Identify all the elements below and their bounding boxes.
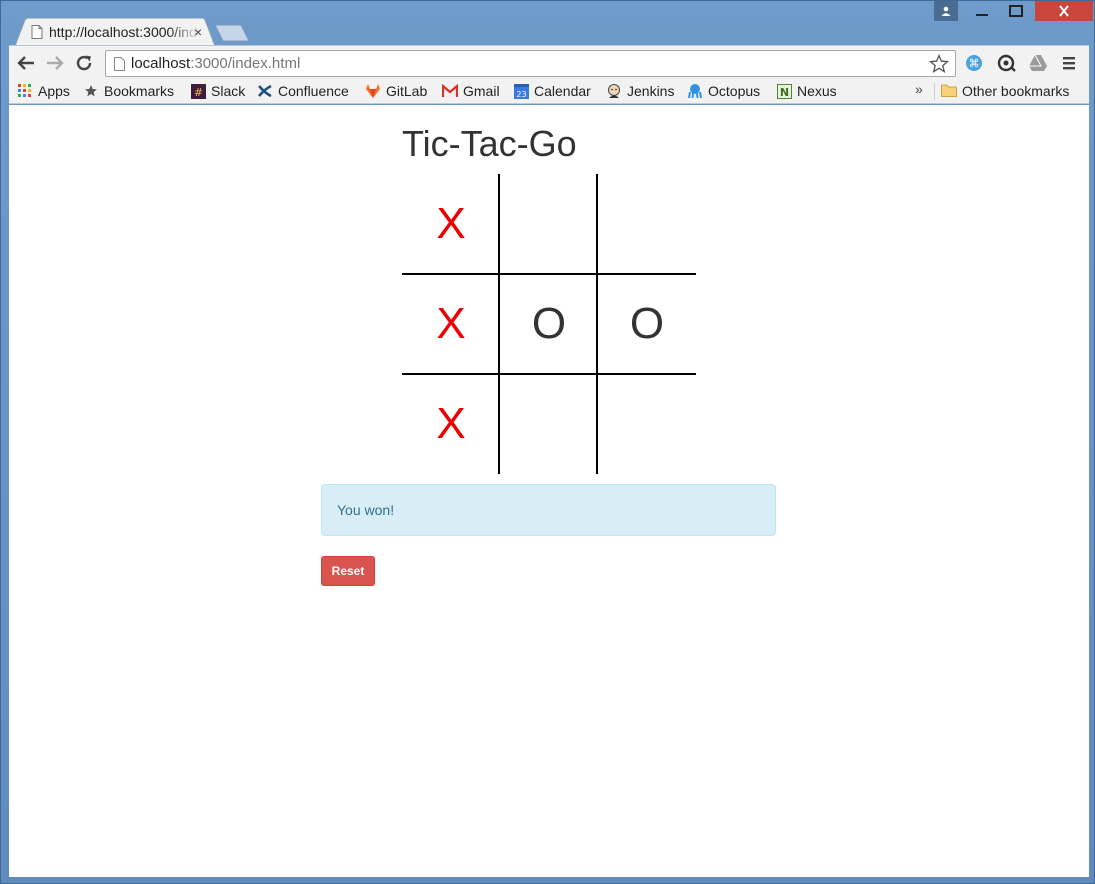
- svg-text:#: #: [193, 86, 202, 99]
- grid-line: [402, 273, 696, 275]
- extension-drive-icon[interactable]: [1028, 53, 1048, 73]
- bookmarks-overflow-chevron[interactable]: »: [915, 81, 923, 97]
- address-bar[interactable]: localhost:3000/index.html: [105, 50, 956, 77]
- bookmark-label: Gmail: [463, 83, 500, 99]
- forward-icon[interactable]: [45, 54, 65, 72]
- bookmark-slack[interactable]: # Slack: [190, 81, 245, 101]
- browser-tab[interactable]: http://localhost:3000/index.html ×: [15, 18, 215, 46]
- extension-command-icon[interactable]: ⌘: [964, 53, 984, 73]
- close-window-button[interactable]: [1035, 1, 1093, 21]
- other-bookmarks-label: Other bookmarks: [962, 83, 1070, 99]
- maximize-icon: [1009, 5, 1023, 17]
- board-cell-1-2[interactable]: [500, 174, 598, 274]
- page-icon: [31, 25, 43, 39]
- bookmark-jenkins[interactable]: Jenkins: [606, 81, 674, 101]
- bookmark-bookmarks[interactable]: Bookmarks: [83, 81, 174, 101]
- page-icon: [114, 57, 125, 71]
- board-cell-3-3[interactable]: [598, 374, 696, 474]
- other-bookmarks[interactable]: Other bookmarks: [941, 81, 1069, 101]
- browser-window: http://localhost:3000/index.html × local…: [0, 0, 1095, 884]
- star-icon: [83, 83, 99, 99]
- bookmark-label: Slack: [211, 83, 246, 99]
- board-cell-2-1[interactable]: X: [402, 274, 500, 374]
- grid-line: [402, 373, 696, 375]
- bookmark-octopus[interactable]: Octopus: [687, 81, 760, 101]
- tab-close-icon[interactable]: ×: [194, 24, 202, 40]
- bookmark-label: Bookmarks: [104, 83, 175, 99]
- url-path: :3000/index.html: [190, 55, 301, 72]
- close-icon: [1059, 5, 1069, 17]
- maximize-button[interactable]: [1001, 1, 1031, 21]
- bookmark-label: Apps: [38, 83, 70, 99]
- board-cell-3-1[interactable]: X: [402, 374, 500, 474]
- gitlab-icon: [365, 83, 381, 99]
- reload-icon[interactable]: [75, 54, 95, 72]
- svg-text:⌘: ⌘: [969, 57, 980, 70]
- page-title: Tic-Tac-Go: [402, 123, 577, 164]
- bookmark-apps[interactable]: Apps: [17, 81, 70, 101]
- profile-button[interactable]: [934, 1, 958, 21]
- menu-icon[interactable]: [1059, 53, 1079, 73]
- reset-button[interactable]: Reset: [321, 556, 375, 586]
- url-host: localhost: [131, 55, 191, 72]
- grid-line: [498, 174, 500, 474]
- new-tab-button[interactable]: [215, 24, 249, 42]
- jenkins-icon: [606, 83, 622, 99]
- bookmarks-bar: Apps Bookmarks # Slack Confluence GitLab: [9, 79, 1089, 104]
- board-cell-1-3[interactable]: [598, 174, 696, 274]
- nexus-icon: N: [776, 83, 792, 99]
- board-cell-2-2[interactable]: O: [500, 274, 598, 374]
- bookmark-label: Nexus: [797, 83, 837, 99]
- bookmark-label: Jenkins: [627, 83, 675, 99]
- bookmark-label: GitLab: [386, 83, 428, 99]
- apps-grid-icon: [17, 83, 33, 99]
- bookmark-confluence[interactable]: Confluence: [257, 81, 349, 101]
- bookmark-label: Octopus: [708, 83, 761, 99]
- bookmark-calendar[interactable]: 23 Calendar: [513, 81, 591, 101]
- url-text[interactable]: localhost:3000/index.html: [131, 55, 300, 72]
- bookmark-gmail[interactable]: Gmail: [442, 81, 500, 101]
- bookmark-gitlab[interactable]: GitLab: [365, 81, 427, 101]
- tab-title: http://localhost:3000/index.html: [49, 24, 199, 40]
- bookmarks-divider: [934, 83, 935, 100]
- confluence-icon: [257, 83, 273, 99]
- board-cell-1-1[interactable]: X: [402, 174, 500, 274]
- back-icon[interactable]: [16, 54, 36, 72]
- slack-icon: #: [190, 83, 206, 99]
- board-cell-2-3[interactable]: O: [598, 274, 696, 374]
- minimize-button[interactable]: [967, 1, 997, 21]
- board-cell-3-2[interactable]: [500, 374, 598, 474]
- grid-line: [596, 174, 598, 474]
- bookmark-label: Calendar: [534, 83, 591, 99]
- minimize-icon: [976, 14, 988, 16]
- folder-icon: [941, 83, 957, 99]
- page-content: Tic-Tac-Go XOOXX You won! Reset: [9, 105, 1089, 877]
- browser-toolbar: localhost:3000/index.html ⌘: [9, 45, 1089, 79]
- bookmark-star-icon[interactable]: [929, 54, 949, 74]
- calendar-day: 23: [516, 90, 526, 99]
- person-icon: [941, 6, 951, 16]
- gmail-icon: [442, 83, 458, 99]
- svg-text:N: N: [779, 86, 788, 99]
- octopus-icon: [687, 83, 703, 99]
- game-board: XOOXX: [402, 174, 696, 474]
- bookmark-label: Confluence: [278, 83, 349, 99]
- bookmark-nexus[interactable]: N Nexus: [776, 81, 837, 101]
- calendar-icon: 23: [513, 83, 529, 99]
- status-alert: You won!: [321, 484, 776, 536]
- extension-sync-icon[interactable]: [996, 53, 1016, 73]
